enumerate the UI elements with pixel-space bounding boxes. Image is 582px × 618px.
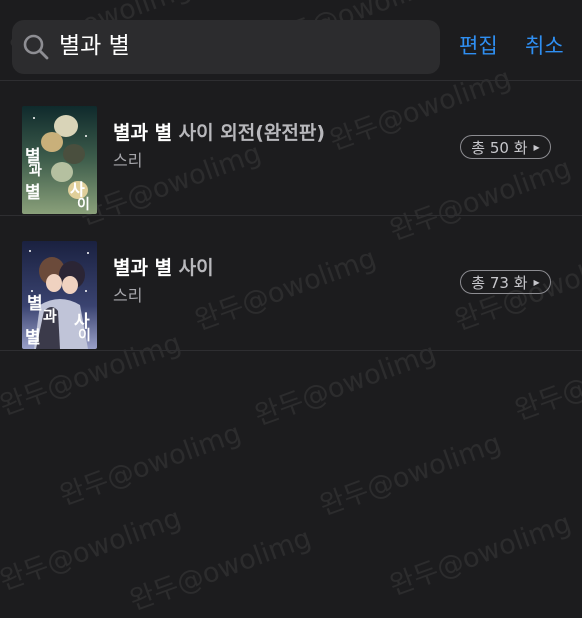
edit-button[interactable]: 편집 [459, 29, 498, 63]
title-rest: 사이 외전(완전판) [172, 122, 326, 144]
watermark: 완두@owolimg [125, 522, 316, 617]
chevron-right-icon: ▶ [533, 277, 540, 287]
episode-count: 총 73 화 [471, 273, 528, 292]
chevron-right-icon: ▶ [533, 142, 540, 152]
cover-image: 별 과 별 사 이 [22, 241, 97, 349]
episode-count: 총 50 화 [471, 138, 528, 157]
episode-count-button[interactable]: 총 50 화 ▶ [460, 135, 551, 159]
cover-title-char: 이 [78, 328, 91, 344]
episode-count-button[interactable]: 총 73 화 ▶ [460, 270, 551, 294]
row-divider [0, 350, 582, 351]
watermark: 완두@owolimg [315, 427, 506, 522]
cover-title-char: 별 [27, 294, 43, 314]
result-title: 별과 별 사이 외전(완전판) [113, 120, 325, 146]
title-match: 별과 별 [113, 122, 173, 144]
list-item[interactable]: 별 과 별 사 이 별과 별 사이 외전(완전판) 스리 총 50 화 ▶ [0, 81, 582, 215]
result-title: 별과 별 사이 [113, 255, 214, 281]
watermark: 완두@owolimg [55, 417, 246, 512]
cover-title-char: 별 [25, 328, 41, 348]
cover-title-char: 과 [43, 307, 57, 325]
result-author: 스리 [113, 286, 143, 305]
cover-title-char: 이 [77, 197, 90, 213]
search-input[interactable]: 별과 별 [59, 29, 130, 63]
cover-title-char: 과 [29, 163, 42, 179]
watermark: 완두@owolimg [385, 507, 576, 602]
title-match: 별과 별 [113, 257, 173, 279]
cancel-button[interactable]: 취소 [525, 29, 564, 63]
title-rest: 사이 [172, 257, 214, 279]
cover-title-char: 별 [25, 183, 41, 203]
cover-image: 별 과 별 사 이 [22, 106, 97, 214]
search-icon [23, 34, 49, 60]
list-item[interactable]: 별 과 별 사 이 별과 별 사이 스리 총 73 화 ▶ [0, 216, 582, 350]
result-author: 스리 [113, 151, 143, 170]
watermark: 완두@owolimg [0, 502, 186, 597]
